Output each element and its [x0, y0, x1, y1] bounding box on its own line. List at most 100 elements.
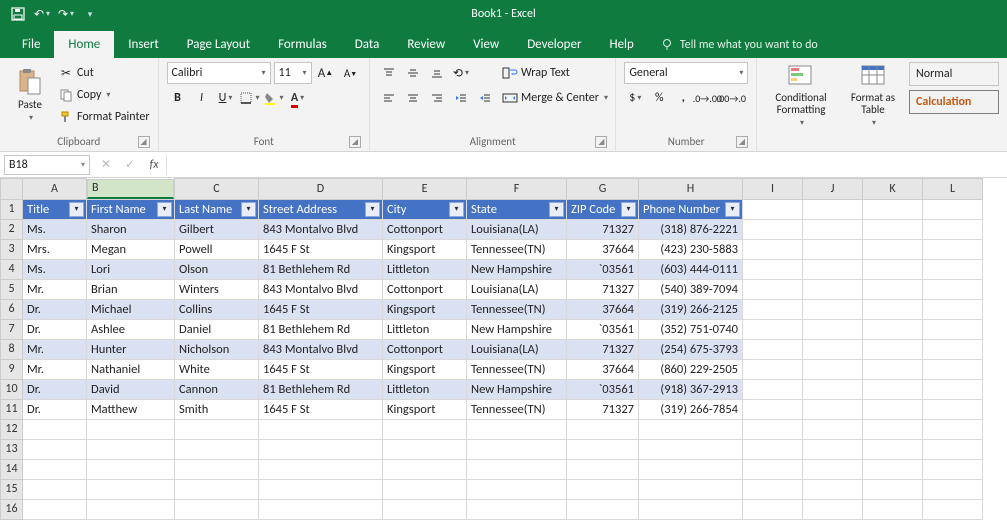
table-cell[interactable]: Dr. — [23, 399, 87, 419]
increase-decimal-icon[interactable]: .0→.00 — [696, 87, 718, 109]
cell[interactable] — [803, 379, 863, 399]
cell[interactable] — [259, 459, 383, 479]
insert-function-icon[interactable]: fx — [142, 158, 166, 172]
cell[interactable] — [567, 479, 639, 499]
table-cell[interactable]: Winters — [175, 279, 259, 299]
cell[interactable] — [923, 319, 983, 339]
table-cell[interactable]: (352) 751-0740 — [639, 319, 743, 339]
select-all-corner[interactable] — [1, 179, 23, 200]
table-cell[interactable]: Lori — [87, 259, 175, 279]
table-cell[interactable]: Dr. — [23, 319, 87, 339]
tell-me-search[interactable]: Tell me what you want to do — [648, 32, 830, 58]
cell[interactable] — [803, 359, 863, 379]
cell[interactable] — [23, 479, 87, 499]
cut-button[interactable]: ✂ Cut — [58, 62, 150, 84]
table-cell[interactable]: Mrs. — [23, 239, 87, 259]
table-cell[interactable]: (423) 230-5883 — [639, 239, 743, 259]
cell[interactable] — [743, 359, 803, 379]
cell[interactable] — [923, 379, 983, 399]
number-format-select[interactable]: General▾ — [624, 62, 748, 84]
tab-developer[interactable]: Developer — [513, 31, 595, 58]
cell[interactable] — [803, 239, 863, 259]
cell[interactable] — [175, 479, 259, 499]
table-cell[interactable]: Megan — [87, 239, 175, 259]
table-cell[interactable]: Brian — [87, 279, 175, 299]
table-cell[interactable]: Louisiana(LA) — [467, 339, 567, 359]
column-header[interactable]: H — [639, 179, 743, 200]
cell[interactable] — [639, 419, 743, 439]
cell[interactable] — [803, 299, 863, 319]
cell[interactable] — [803, 279, 863, 299]
row-header[interactable]: 8 — [1, 339, 23, 359]
filter-dropdown-icon[interactable]: ▾ — [549, 202, 564, 217]
row-header[interactable]: 5 — [1, 279, 23, 299]
orientation-icon[interactable]: ⟲▾ — [450, 62, 472, 84]
cell[interactable] — [175, 459, 259, 479]
row-header[interactable]: 13 — [1, 439, 23, 459]
column-header[interactable]: I — [743, 179, 803, 200]
copy-button[interactable]: Copy▾ — [58, 84, 150, 106]
paste-button[interactable]: Paste ▾ — [8, 62, 52, 128]
table-cell[interactable]: Daniel — [175, 319, 259, 339]
cell[interactable] — [467, 419, 567, 439]
cell[interactable] — [923, 419, 983, 439]
table-cell[interactable]: Louisiana(LA) — [467, 219, 567, 239]
tab-formulas[interactable]: Formulas — [264, 31, 341, 58]
cell[interactable] — [923, 199, 983, 219]
cell[interactable] — [743, 199, 803, 219]
row-header[interactable]: 3 — [1, 239, 23, 259]
filter-dropdown-icon[interactable]: ▾ — [241, 202, 256, 217]
cell[interactable] — [23, 499, 87, 519]
table-cell[interactable]: Cannon — [175, 379, 259, 399]
cell[interactable] — [743, 299, 803, 319]
filter-dropdown-icon[interactable]: ▾ — [621, 202, 636, 217]
save-icon[interactable] — [8, 4, 28, 24]
cell[interactable] — [743, 259, 803, 279]
cell[interactable] — [175, 439, 259, 459]
cell[interactable] — [863, 219, 923, 239]
table-header-cell[interactable]: State▾ — [467, 199, 567, 219]
table-header-cell[interactable]: First Name▾ — [87, 199, 175, 219]
cell[interactable] — [743, 279, 803, 299]
table-cell[interactable]: Mr. — [23, 279, 87, 299]
table-cell[interactable]: Ashlee — [87, 319, 175, 339]
filter-dropdown-icon[interactable]: ▾ — [157, 202, 172, 217]
font-size-select[interactable]: 11▾ — [274, 62, 312, 84]
cell[interactable] — [803, 339, 863, 359]
wrap-text-button[interactable]: Wrap Text — [502, 62, 608, 84]
table-cell[interactable]: 71327 — [567, 219, 639, 239]
worksheet-grid[interactable]: ABCDEFGHIJKL1Title▾First Name▾Last Name▾… — [0, 178, 1007, 523]
accounting-format-icon[interactable]: $▾ — [624, 87, 646, 109]
table-cell[interactable]: 843 Montalvo Blvd — [259, 279, 383, 299]
cell[interactable] — [639, 439, 743, 459]
table-cell[interactable]: Tennessee(TN) — [467, 399, 567, 419]
cell[interactable] — [923, 399, 983, 419]
table-cell[interactable]: Tennessee(TN) — [467, 239, 567, 259]
cell[interactable] — [383, 499, 467, 519]
table-cell[interactable]: Cottonport — [383, 339, 467, 359]
increase-font-icon[interactable]: A▲ — [315, 62, 337, 84]
decrease-font-icon[interactable]: A▼ — [340, 62, 362, 84]
table-header-cell[interactable]: Phone Number▾ — [639, 199, 743, 219]
cell[interactable] — [803, 419, 863, 439]
table-header-cell[interactable]: ZIP Code▾ — [567, 199, 639, 219]
table-cell[interactable]: 1645 F St — [259, 299, 383, 319]
table-header-cell[interactable]: City▾ — [383, 199, 467, 219]
enter-formula-icon[interactable]: ✓ — [118, 157, 142, 172]
cell[interactable] — [803, 459, 863, 479]
cell[interactable] — [639, 499, 743, 519]
row-header[interactable]: 12 — [1, 419, 23, 439]
cell[interactable] — [863, 279, 923, 299]
row-header[interactable]: 4 — [1, 259, 23, 279]
row-header[interactable]: 7 — [1, 319, 23, 339]
tab-data[interactable]: Data — [341, 31, 394, 58]
cell[interactable] — [87, 419, 175, 439]
cell[interactable] — [923, 439, 983, 459]
table-cell[interactable]: Gilbert — [175, 219, 259, 239]
align-middle-icon[interactable] — [402, 62, 424, 84]
column-header[interactable]: A — [23, 179, 87, 200]
cell[interactable] — [863, 379, 923, 399]
row-header[interactable]: 15 — [1, 479, 23, 499]
table-cell[interactable]: Cottonport — [383, 279, 467, 299]
format-painter-button[interactable]: Format Painter — [58, 106, 150, 128]
